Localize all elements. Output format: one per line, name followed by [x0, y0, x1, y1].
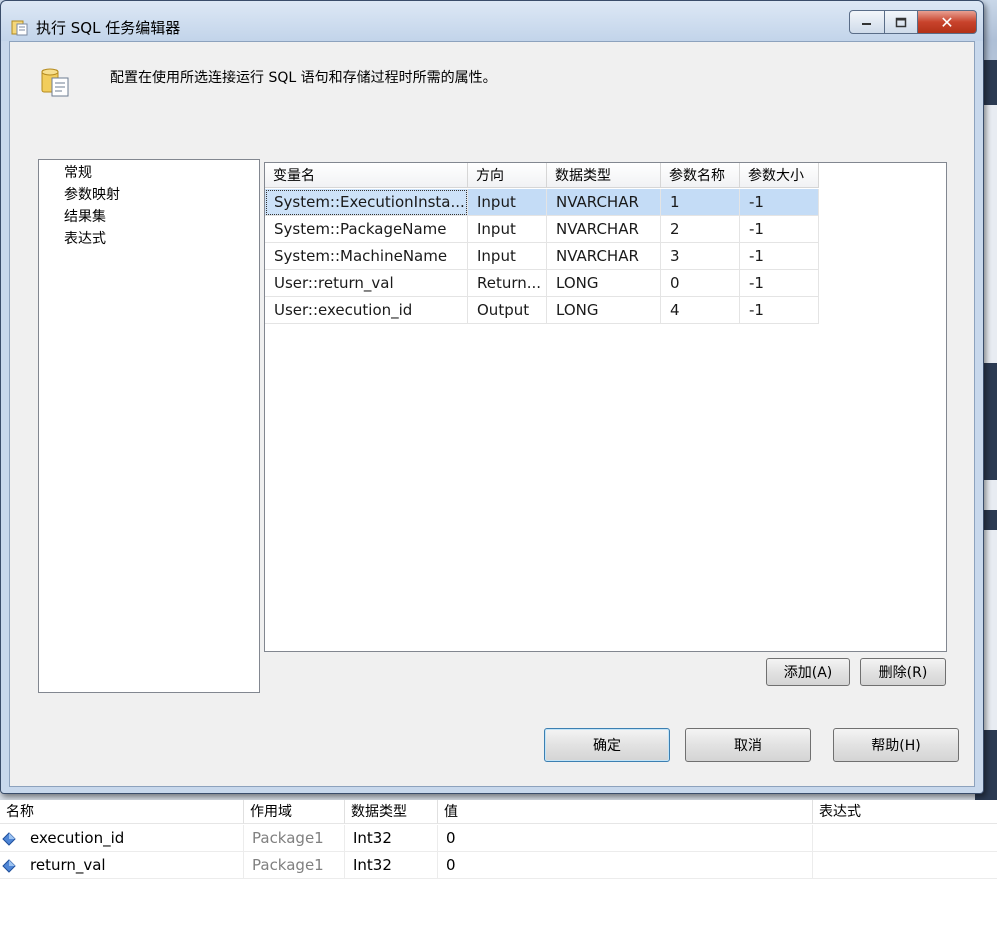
table-row[interactable]: System::MachineName Input NVARCHAR 3 -1 — [265, 243, 819, 270]
cell-direction[interactable]: Input — [468, 189, 547, 216]
variable-icon — [2, 858, 16, 873]
window-controls: ✕ — [849, 10, 979, 34]
ok-button[interactable]: 确定 — [544, 728, 670, 762]
cancel-button[interactable]: 取消 — [685, 728, 811, 762]
minimize-icon — [862, 23, 871, 25]
add-button[interactable]: 添加(A) — [766, 658, 850, 686]
column-header-parameter-name[interactable]: 参数名称 — [661, 163, 740, 188]
variables-header-scope[interactable]: 作用域 — [244, 800, 345, 824]
execute-sql-task-editor-dialog: 执行 SQL 任务编辑器 ✕ 配置在使用所选连接运行 SQL 语句和存储过程时所… — [0, 0, 984, 794]
cell-parameter-size[interactable]: -1 — [740, 243, 819, 270]
cell-parameter-name[interactable]: 3 — [661, 243, 740, 270]
table-row[interactable]: User::return_val Return... LONG 0 -1 — [265, 270, 819, 297]
cell-parameter-name[interactable]: 2 — [661, 216, 740, 243]
variables-pane: 名称 作用域 数据类型 值 表达式 execution_id Package1 … — [0, 800, 997, 925]
variable-type-cell[interactable]: Int32 — [345, 825, 438, 852]
variable-name: return_val — [30, 856, 106, 874]
maximize-button[interactable] — [885, 10, 918, 34]
variable-expression-cell[interactable] — [813, 825, 997, 852]
task-header-icon — [41, 68, 69, 97]
delete-button-label: 删除(R) — [878, 665, 928, 681]
column-header-variable-name[interactable]: 变量名 — [265, 163, 468, 188]
cell-direction[interactable]: Output — [468, 297, 547, 324]
cell-parameter-size[interactable]: -1 — [740, 189, 819, 216]
cell-variable-name[interactable]: System::MachineName — [265, 243, 468, 270]
variable-name-cell[interactable]: return_val — [0, 852, 244, 879]
variable-scope-cell[interactable]: Package1 — [244, 852, 345, 879]
cell-data-type[interactable]: LONG — [547, 270, 661, 297]
variable-name-cell[interactable]: execution_id — [0, 825, 244, 852]
cell-data-type[interactable]: LONG — [547, 297, 661, 324]
table-row[interactable]: User::execution_id Output LONG 4 -1 — [265, 297, 819, 324]
column-header-direction[interactable]: 方向 — [468, 163, 547, 188]
help-button-label: 帮助(H) — [871, 738, 921, 754]
table-row[interactable]: System::ExecutionInsta... Input NVARCHAR… — [265, 189, 819, 216]
variables-header-row: 名称 作用域 数据类型 值 表达式 — [0, 800, 997, 824]
variable-icon — [2, 831, 16, 846]
close-icon: ✕ — [940, 12, 954, 32]
variable-value-cell[interactable]: 0 — [438, 825, 813, 852]
variable-type-cell[interactable]: Int32 — [345, 852, 438, 879]
column-header-parameter-size[interactable]: 参数大小 — [740, 163, 819, 188]
cell-direction[interactable]: Input — [468, 243, 547, 270]
variable-value-cell[interactable]: 0 — [438, 852, 813, 879]
nav-item-parameter-mapping[interactable]: 参数映射 — [64, 186, 120, 204]
variables-header-data-type[interactable]: 数据类型 — [345, 800, 438, 824]
minimize-button[interactable] — [849, 10, 885, 34]
window-title: 执行 SQL 任务编辑器 — [36, 19, 181, 37]
cell-parameter-name[interactable]: 0 — [661, 270, 740, 297]
cell-variable-name[interactable]: System::PackageName — [265, 216, 468, 243]
table-row[interactable]: System::PackageName Input NVARCHAR 2 -1 — [265, 216, 819, 243]
cell-data-type[interactable]: NVARCHAR — [547, 216, 661, 243]
cell-parameter-size[interactable]: -1 — [740, 297, 819, 324]
variables-header-expression[interactable]: 表达式 — [813, 800, 997, 824]
cell-direction[interactable]: Return... — [468, 270, 547, 297]
cell-parameter-name[interactable]: 1 — [661, 189, 740, 216]
cell-variable-name[interactable]: User::return_val — [265, 270, 468, 297]
title-bar[interactable]: 执行 SQL 任务编辑器 ✕ — [1, 1, 983, 41]
help-button[interactable]: 帮助(H) — [833, 728, 959, 762]
cell-variable-name[interactable]: System::ExecutionInsta... — [265, 189, 468, 216]
list-item[interactable]: execution_id Package1 Int32 0 — [0, 825, 997, 852]
cell-data-type[interactable]: NVARCHAR — [547, 189, 661, 216]
variable-scope-cell[interactable]: Package1 — [244, 825, 345, 852]
ok-button-label: 确定 — [593, 738, 621, 754]
add-button-label: 添加(A) — [783, 665, 833, 681]
description-header: 配置在使用所选连接运行 SQL 语句和存储过程时所需的属性。 — [10, 42, 974, 112]
cell-parameter-name[interactable]: 4 — [661, 297, 740, 324]
nav-item-expressions[interactable]: 表达式 — [64, 230, 106, 248]
cell-direction[interactable]: Input — [468, 216, 547, 243]
maximize-icon — [895, 17, 907, 27]
close-button[interactable]: ✕ — [918, 10, 977, 34]
list-item[interactable]: return_val Package1 Int32 0 — [0, 852, 997, 879]
cell-variable-name[interactable]: User::execution_id — [265, 297, 468, 324]
variable-expression-cell[interactable] — [813, 852, 997, 879]
column-header-data-type[interactable]: 数据类型 — [547, 163, 661, 188]
variables-header-name[interactable]: 名称 — [0, 800, 244, 824]
variables-header-value[interactable]: 值 — [438, 800, 813, 824]
cancel-button-label: 取消 — [734, 738, 762, 754]
sql-task-icon — [11, 20, 28, 36]
parameter-mapping-grid: 变量名 方向 数据类型 参数名称 参数大小 System::ExecutionI… — [264, 162, 947, 652]
cell-parameter-size[interactable]: -1 — [740, 270, 819, 297]
dialog-client-area: 配置在使用所选连接运行 SQL 语句和存储过程时所需的属性。 常规 参数映射 结… — [9, 41, 975, 787]
page-navigation: 常规 参数映射 结果集 表达式 — [38, 159, 260, 693]
nav-item-result-set[interactable]: 结果集 — [64, 208, 106, 226]
cell-data-type[interactable]: NVARCHAR — [547, 243, 661, 270]
dialog-description: 配置在使用所选连接运行 SQL 语句和存储过程时所需的属性。 — [110, 70, 497, 86]
delete-button[interactable]: 删除(R) — [860, 658, 946, 686]
variable-name: execution_id — [30, 829, 125, 847]
grid-header-row: 变量名 方向 数据类型 参数名称 参数大小 — [265, 163, 819, 189]
cell-parameter-size[interactable]: -1 — [740, 216, 819, 243]
nav-item-general[interactable]: 常规 — [64, 164, 92, 182]
